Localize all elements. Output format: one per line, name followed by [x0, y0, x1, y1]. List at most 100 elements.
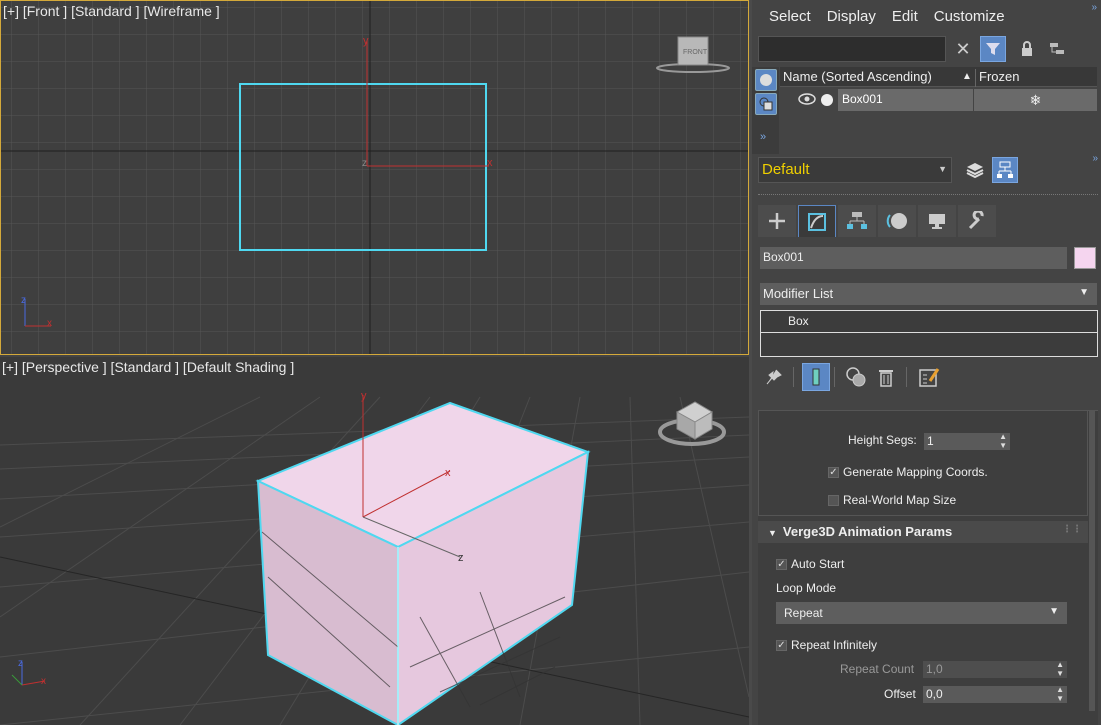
perspective-viewport[interactable]: y x z z x [+] [Perspective ] [Standard ]… — [0, 357, 749, 725]
frozen-toggle-icon[interactable]: ❄ — [974, 89, 1097, 111]
real-world-checkbox[interactable]: Real-World Map Size — [828, 493, 956, 507]
display-objects-icon[interactable] — [754, 69, 777, 91]
auto-start-checkbox[interactable]: ✓ Auto Start — [776, 557, 844, 571]
menu-select[interactable]: Select — [752, 8, 819, 32]
search-input[interactable] — [758, 36, 946, 62]
show-end-result-icon[interactable] — [802, 363, 830, 391]
checkbox-checked-icon: ✓ — [776, 640, 787, 652]
object-name-cell[interactable]: Box001 — [838, 89, 973, 111]
pin-stack-icon[interactable] — [760, 363, 788, 391]
collapse-arrow-icon: ▼ — [768, 528, 777, 538]
expand-icon[interactable]: » — [1091, 2, 1097, 13]
loop-mode-value: Repeat — [784, 606, 823, 620]
scene-explorer-sidebar: » — [752, 67, 779, 154]
front-viewport-label[interactable]: [+] [Front ] [Standard ] [Wireframe ] — [3, 3, 220, 19]
verge3d-rollout-header[interactable]: ▼ Verge3D Animation Params ⋮⋮ — [758, 521, 1088, 543]
visibility-eye-icon[interactable] — [798, 92, 816, 109]
drag-handle-icon[interactable]: ⋮⋮ — [1062, 524, 1082, 535]
layer-row: Default ▼ » — [758, 153, 1098, 185]
object-name-field[interactable]: Box001 — [760, 247, 1067, 269]
configure-modifier-sets-icon[interactable] — [915, 363, 943, 391]
loop-mode-dropdown[interactable]: Repeat ▼ — [776, 602, 1067, 624]
front-axis-z: z — [362, 158, 367, 169]
modifier-list-dropdown[interactable]: Modifier List ▼ — [760, 283, 1097, 305]
frozen-column-header[interactable]: Frozen — [975, 69, 1019, 87]
height-segs-label: Height Segs: — [848, 433, 917, 447]
object-type-icon — [820, 93, 834, 110]
verge3d-title: Verge3D Animation Params — [782, 524, 953, 539]
front-viewport[interactable]: y z x z x FRONT [+] [Front ] [Standard ]… — [0, 0, 749, 355]
tab-utilities[interactable] — [958, 205, 996, 237]
stack-toolbar — [760, 363, 1097, 393]
menu-edit[interactable]: Edit — [884, 8, 926, 32]
current-layer-label: Default — [762, 161, 810, 178]
remove-modifier-icon[interactable] — [872, 363, 900, 391]
chevron-down-icon: ▼ — [1049, 606, 1059, 617]
svg-text:z: z — [18, 658, 23, 669]
tab-hierarchy[interactable] — [838, 205, 876, 237]
front-axis-y: y — [363, 35, 369, 47]
height-segs-spinner[interactable]: 1 ▲ ▼ — [924, 432, 1010, 450]
parameters-rollout-area: Height Segs: 1 ▲ ▼ ✓ Generate Mapping Coor… — [758, 410, 1098, 725]
repeat-infinitely-label: Repeat Infinitely — [791, 638, 878, 652]
spinner-arrows-icon[interactable]: ▲ ▼ — [1056, 660, 1064, 678]
svg-text:z: z — [21, 295, 26, 306]
persp-axis-z: z — [458, 552, 464, 564]
spinner-arrows-icon[interactable]: ▲ ▼ — [1056, 685, 1064, 703]
expand-layer-icon[interactable]: » — [1092, 153, 1098, 164]
scene-hierarchy-icon[interactable] — [992, 157, 1018, 183]
menu-display[interactable]: Display — [819, 8, 884, 32]
repeat-count-value: 1,0 — [926, 662, 943, 676]
checkbox-unchecked-icon — [828, 495, 839, 507]
panel-divider — [758, 194, 1098, 196]
perspective-scene: y x z z x — [0, 357, 749, 725]
real-world-label: Real-World Map Size — [843, 493, 957, 507]
object-color-swatch[interactable] — [1074, 247, 1096, 269]
persp-axis-y: y — [361, 390, 367, 402]
chevron-down-icon: ▼ — [938, 164, 947, 174]
front-axis-x: x — [487, 157, 493, 169]
svg-text:FRONT: FRONT — [683, 49, 708, 56]
column-header: Name (Sorted Ascending) ▲ Frozen — [780, 67, 1097, 87]
display-layers-icon[interactable] — [754, 93, 777, 115]
menu-customize[interactable]: Customize — [926, 8, 1013, 32]
repeat-infinitely-checkbox[interactable]: ✓ Repeat Infinitely — [776, 638, 877, 652]
gen-mapping-checkbox[interactable]: ✓ Generate Mapping Coords. — [828, 465, 988, 479]
parameters-group: Height Segs: 1 ▲ ▼ ✓ Generate Mapping Coor… — [758, 411, 1088, 516]
filter-icon[interactable] — [980, 36, 1006, 62]
perspective-viewport-label[interactable]: [+] [Perspective ] [Standard ] [Default … — [2, 359, 294, 375]
tab-modify[interactable] — [798, 205, 836, 237]
svg-text:x: x — [47, 318, 52, 329]
offset-label: Offset — [884, 687, 916, 701]
hierarchy-icon[interactable] — [1044, 36, 1070, 62]
name-column-header[interactable]: Name (Sorted Ascending) — [783, 69, 932, 84]
tab-create[interactable] — [758, 205, 796, 237]
checkbox-checked-icon: ✓ — [828, 467, 839, 479]
stack-item-box[interactable]: Box — [761, 311, 1097, 333]
modifier-list-label: Modifier List — [763, 286, 834, 301]
auto-start-label: Auto Start — [791, 557, 845, 571]
rollout-scrollbar[interactable] — [1089, 411, 1095, 711]
command-panel-tabs — [758, 205, 1098, 237]
layers-stack-icon[interactable] — [962, 157, 988, 183]
chevron-down-icon: ▼ — [1079, 287, 1089, 298]
expand-sidebar-icon[interactable]: » — [760, 131, 779, 143]
layer-dropdown[interactable]: Default ▼ — [758, 157, 952, 183]
svg-text:x: x — [41, 676, 46, 687]
loop-mode-label: Loop Mode — [776, 581, 837, 595]
clear-search-icon[interactable]: ✕ — [950, 36, 976, 62]
repeat-count-spinner[interactable]: 1,0 ▲ ▼ — [923, 660, 1067, 678]
sort-ascending-icon: ▲ — [962, 71, 972, 82]
spinner-arrows-icon[interactable]: ▲ ▼ — [999, 432, 1007, 450]
table-row[interactable]: Box001 ❄ — [780, 89, 1097, 111]
tab-display[interactable] — [918, 205, 956, 237]
make-unique-icon[interactable] — [842, 363, 870, 391]
right-panel: Select Display Edit Customize » ✕ » Name… — [752, 0, 1101, 725]
scene-explorer-menubar: Select Display Edit Customize — [752, 8, 1013, 32]
search-row: ✕ — [758, 36, 1098, 64]
checkbox-checked-icon: ✓ — [776, 559, 787, 571]
gen-mapping-label: Generate Mapping Coords. — [843, 465, 988, 479]
tab-motion[interactable] — [878, 205, 916, 237]
offset-spinner[interactable]: 0,0 ▲ ▼ — [923, 685, 1067, 703]
lock-icon[interactable] — [1014, 36, 1040, 62]
